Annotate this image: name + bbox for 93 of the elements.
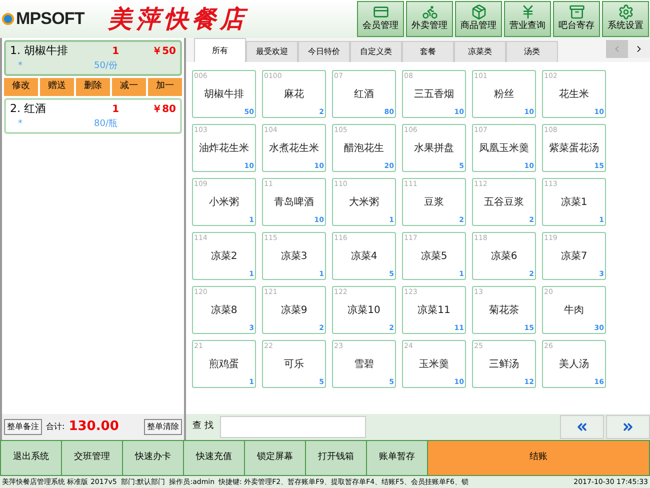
product-name: 醋泡花生 bbox=[344, 142, 384, 156]
product-name: 花生米 bbox=[559, 88, 589, 102]
card-icon bbox=[372, 4, 388, 20]
total-amount: 130.00 bbox=[68, 418, 119, 436]
product-name: 青岛啤酒 bbox=[274, 196, 314, 210]
toolbar-button[interactable]: 商品管理 bbox=[455, 1, 502, 37]
product-name: 可乐 bbox=[284, 358, 304, 372]
category-tab[interactable]: 自定义类 bbox=[350, 41, 402, 62]
page-next-button[interactable] bbox=[606, 415, 650, 439]
category-tab[interactable]: 所有 bbox=[194, 38, 246, 62]
product-name: 美人汤 bbox=[559, 358, 589, 372]
item-unit-price: 50/份 bbox=[94, 60, 118, 72]
total-label: 合计: bbox=[46, 421, 65, 433]
product-name: 凉菜11 bbox=[418, 304, 450, 318]
product-name: 凤凰玉米羹 bbox=[479, 142, 529, 156]
cabinet-icon bbox=[568, 4, 584, 20]
product-name: 玉米羹 bbox=[419, 358, 449, 372]
action-button[interactable]: 快速充值 bbox=[184, 441, 244, 475]
product-name: 水煮花生米 bbox=[269, 142, 319, 156]
item-price: ￥80 bbox=[152, 102, 176, 117]
product-name: 粉丝 bbox=[494, 88, 514, 102]
page-previous-button[interactable] bbox=[560, 415, 604, 439]
item-unit-price: 80/瓶 bbox=[94, 118, 118, 130]
item-name: 1. 胡椒牛排 bbox=[10, 43, 69, 59]
item-action-button[interactable]: 加一 bbox=[148, 78, 182, 96]
action-button[interactable]: 锁定屏幕 bbox=[245, 441, 305, 475]
double-chevron-right-icon bbox=[621, 420, 635, 434]
product-name: 三鲜汤 bbox=[489, 358, 519, 372]
settings-icon bbox=[618, 4, 634, 20]
product-name: 煎鸡蛋 bbox=[209, 358, 239, 372]
product-name: 大米粥 bbox=[349, 196, 379, 210]
item-qty: 1 bbox=[112, 102, 120, 117]
item-price: ￥50 bbox=[152, 44, 176, 59]
search-field[interactable] bbox=[220, 416, 366, 438]
item-note: * bbox=[17, 60, 24, 72]
product-name: 红酒 bbox=[354, 88, 374, 102]
product-name: 凉菜8 bbox=[210, 304, 238, 318]
product-name: 胡椒牛排 bbox=[204, 88, 244, 102]
product-name: 五谷豆浆 bbox=[484, 196, 524, 210]
order-item[interactable]: 2. 红酒 1 ￥80 * 80/瓶 bbox=[4, 98, 182, 134]
logo: MPSOFT bbox=[16, 8, 84, 30]
product-name: 油炸花生米 bbox=[199, 142, 249, 156]
item-action-button[interactable]: 减一 bbox=[112, 78, 146, 96]
item-note: * bbox=[17, 118, 24, 130]
logo-icon bbox=[2, 13, 14, 25]
action-button[interactable]: 结账 bbox=[428, 441, 649, 475]
category-tab[interactable]: 套餐 bbox=[402, 41, 454, 62]
product-name: 凉菜10 bbox=[348, 304, 380, 318]
product-name: 凉菜7 bbox=[560, 250, 588, 264]
product-name: 紫菜蛋花汤 bbox=[549, 142, 599, 156]
search-label: 查 找 bbox=[192, 420, 214, 434]
item-action-button[interactable]: 赠送 bbox=[40, 78, 74, 96]
product-name: 凉菜1 bbox=[560, 196, 588, 210]
item-qty: 1 bbox=[112, 44, 120, 59]
product-name: 水果拼盘 bbox=[414, 142, 454, 156]
category-tab[interactable]: 凉菜类 bbox=[454, 41, 506, 62]
box-icon bbox=[470, 4, 486, 20]
toolbar-button[interactable]: 系统设置 bbox=[602, 1, 649, 37]
product-name: 三五香烟 bbox=[414, 88, 454, 102]
category-tab[interactable]: 汤类 bbox=[506, 41, 558, 62]
toolbar-button[interactable]: 外卖管理 bbox=[406, 1, 453, 37]
toolbar-button[interactable]: 吧台寄存 bbox=[553, 1, 600, 37]
tab-scroll-left-button[interactable] bbox=[606, 40, 628, 58]
product-name: 凉菜9 bbox=[280, 304, 308, 318]
product-name: 豆浆 bbox=[424, 196, 444, 210]
product-name: 麻花 bbox=[284, 88, 304, 102]
action-button[interactable]: 退出系统 bbox=[1, 441, 61, 475]
product-name: 牛肉 bbox=[564, 304, 584, 318]
tab-scroll-right-button[interactable] bbox=[628, 40, 650, 58]
product-name: 小米粥 bbox=[209, 196, 239, 210]
action-button[interactable]: 交班管理 bbox=[62, 441, 122, 475]
product-name: 凉菜2 bbox=[210, 250, 238, 264]
product-name: 凉菜6 bbox=[490, 250, 518, 264]
product-name: 凉菜3 bbox=[280, 250, 308, 264]
order-item[interactable]: 1. 胡椒牛排 1 ￥50 * 50/份 bbox=[4, 40, 182, 76]
product-name: 凉菜5 bbox=[420, 250, 448, 264]
product-name: 凉菜4 bbox=[350, 250, 378, 264]
item-action-button[interactable]: 修改 bbox=[4, 78, 38, 96]
product-name: 菊花茶 bbox=[489, 304, 519, 318]
item-action-button[interactable]: 删除 bbox=[76, 78, 110, 96]
toolbar-button[interactable]: 会员管理 bbox=[357, 1, 404, 37]
shop-name: 美萍快餐店 bbox=[108, 3, 248, 35]
clear-order-button[interactable]: 整单清除 bbox=[144, 419, 182, 435]
product-name: 雪碧 bbox=[354, 358, 374, 372]
action-button[interactable]: 快速办卡 bbox=[123, 441, 183, 475]
category-tab[interactable]: 最受欢迎 bbox=[246, 41, 298, 62]
double-chevron-left-icon bbox=[575, 420, 589, 434]
category-tab[interactable]: 今日特价 bbox=[298, 41, 350, 62]
order-note-button[interactable]: 整单备注 bbox=[4, 419, 42, 435]
action-button[interactable]: 账单暂存 bbox=[367, 441, 427, 475]
toolbar-button[interactable]: 营业查询 bbox=[504, 1, 551, 37]
item-name: 2. 红酒 bbox=[10, 101, 47, 117]
action-button[interactable]: 打开钱箱 bbox=[306, 441, 366, 475]
